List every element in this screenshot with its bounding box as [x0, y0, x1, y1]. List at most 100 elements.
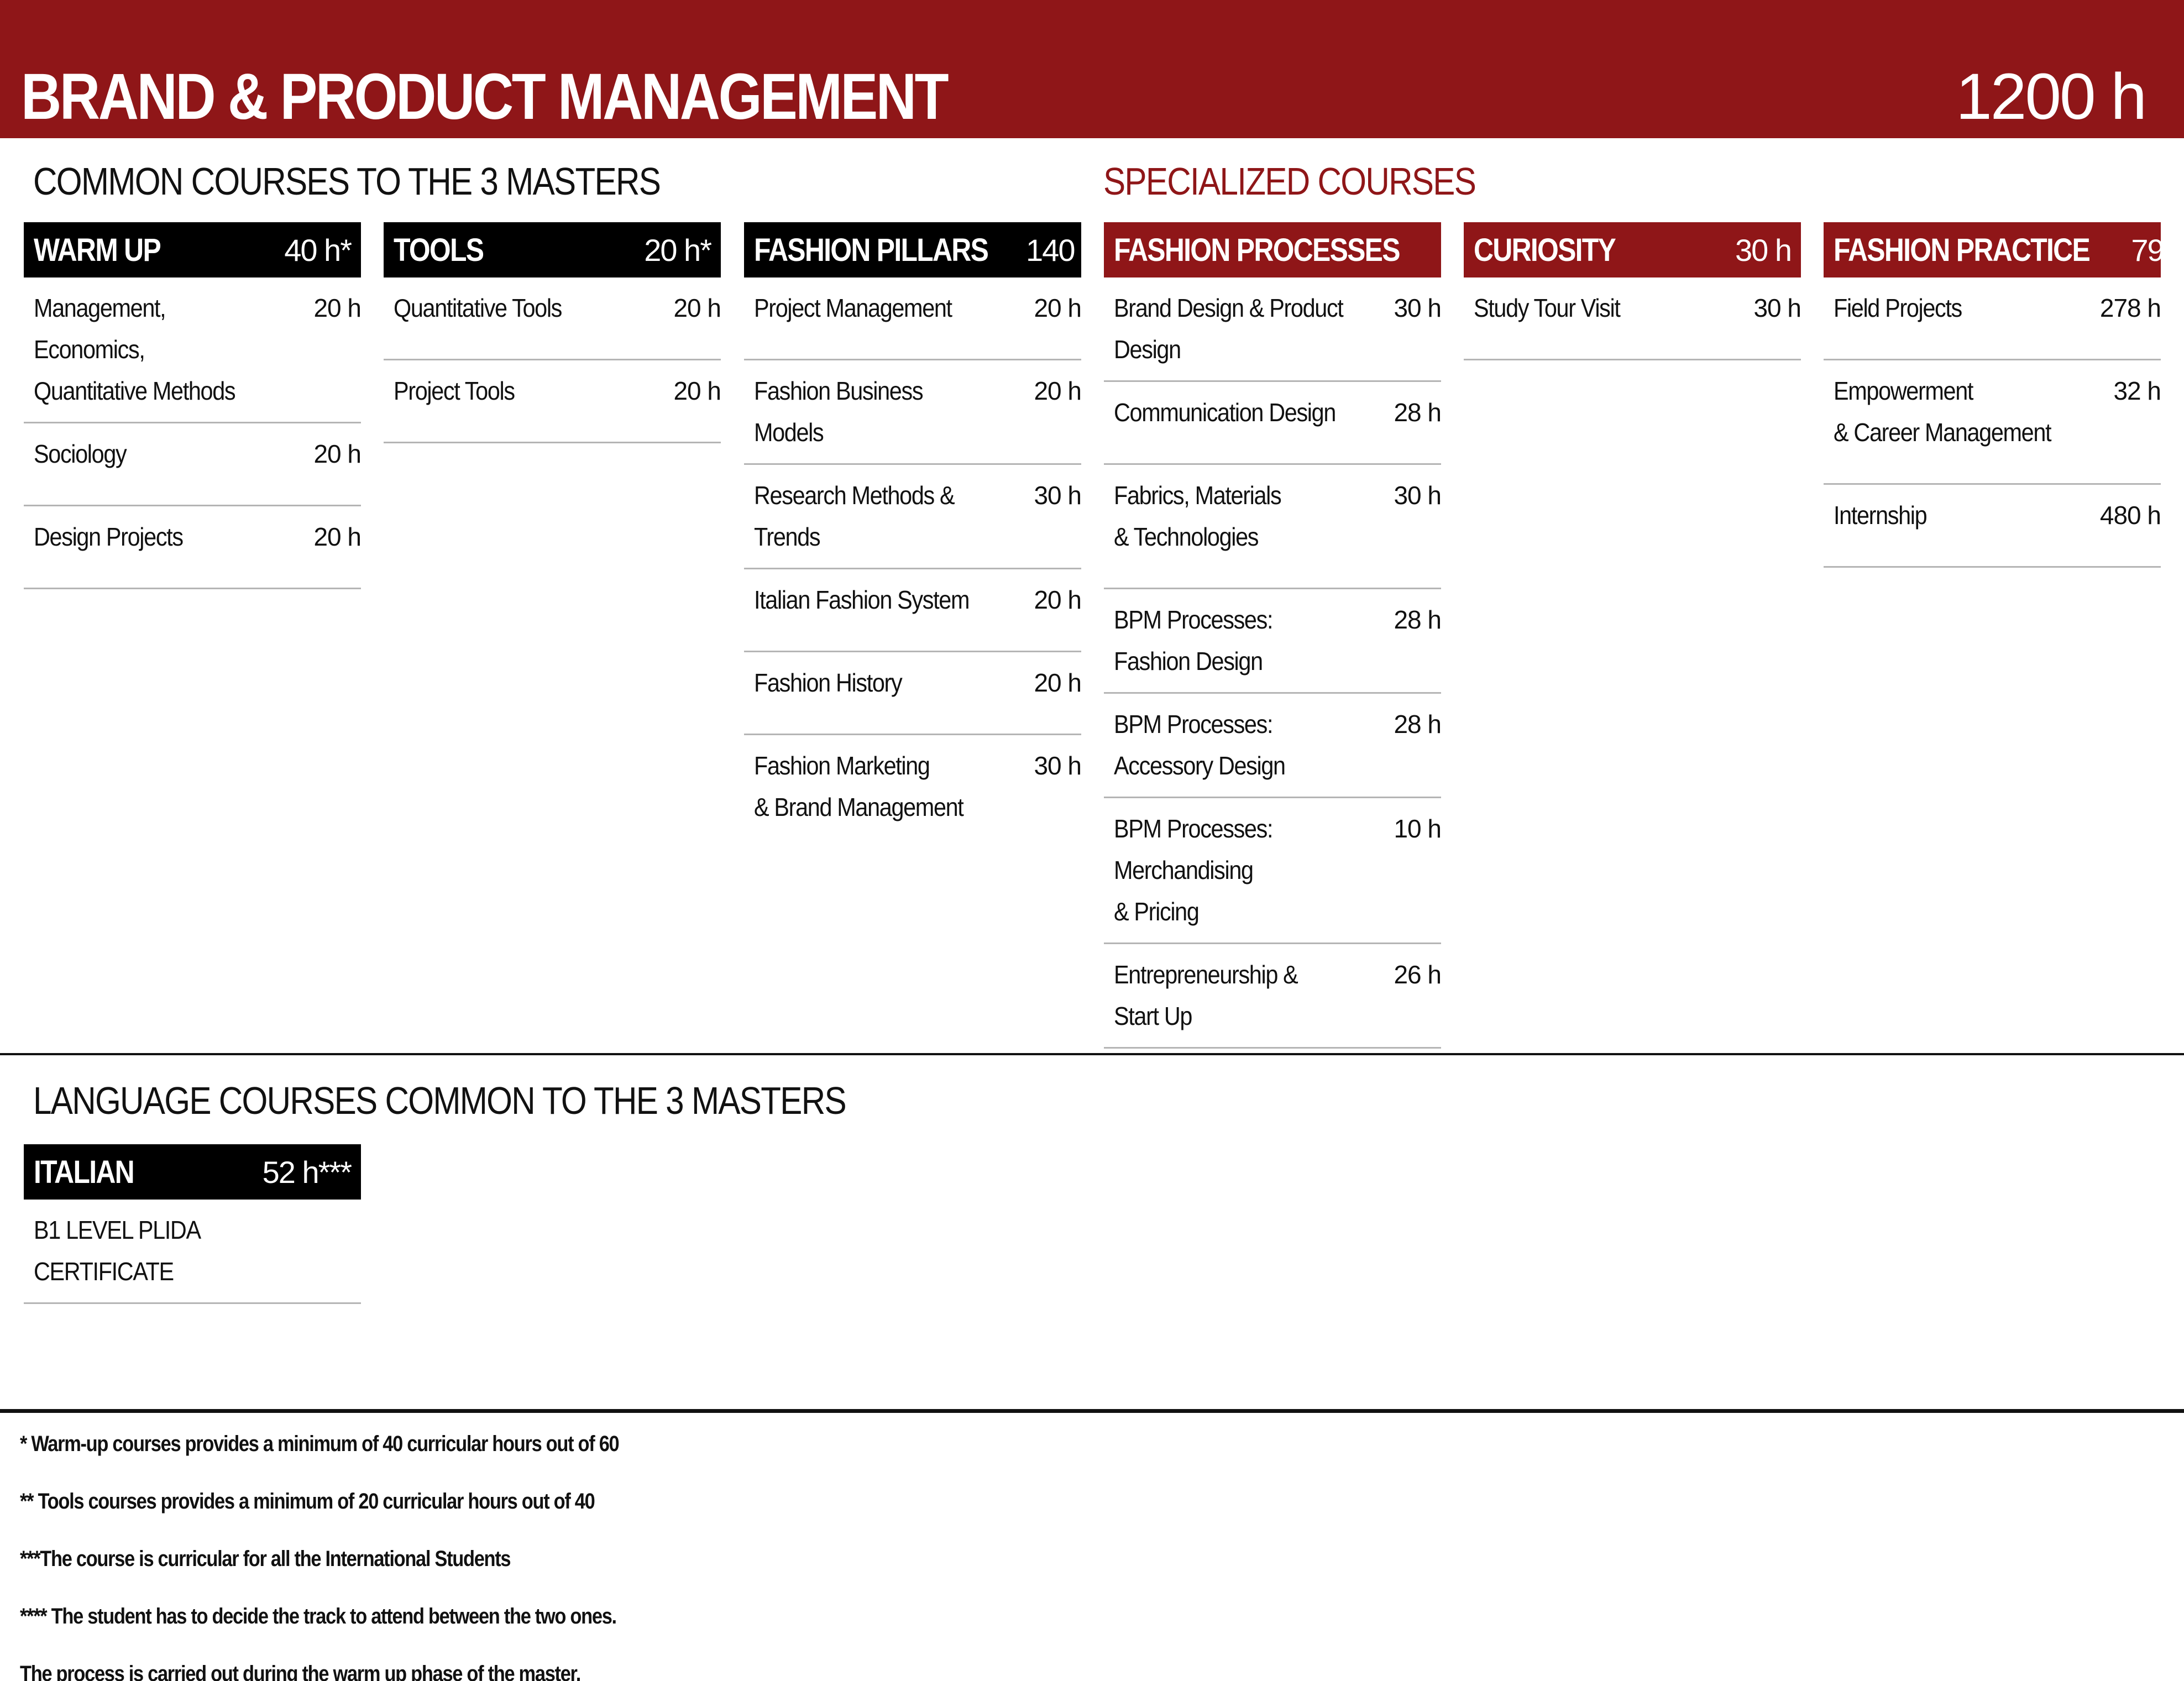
- column-hours: 140 h: [1026, 232, 1099, 268]
- footnote: ***The course is curricular for all the …: [20, 1547, 511, 1571]
- course-hours: 30 h: [1034, 751, 1082, 780]
- total-hours: 1200 h: [1956, 60, 2147, 133]
- course-row: Entrepreneurship & Start Up 26 h: [1104, 944, 1442, 1049]
- column-italian: ITALIAN 52 h*** B1 LEVEL PLIDA CERTIFICA…: [24, 1144, 361, 1304]
- common-courses-title: COMMON COURSES TO THE 3 MASTERS: [33, 160, 661, 203]
- footnote: **** The student has to decide the track…: [20, 1604, 617, 1628]
- course-row: Research Methods & Trends 30 h: [744, 465, 1082, 569]
- course-row: Field Projects 278 h: [1824, 277, 2161, 360]
- course-hours: 20 h: [1034, 668, 1082, 697]
- column-header: WARM UP 40 h*: [24, 222, 361, 277]
- column-name: FASHION PROCESSES: [1114, 232, 1401, 268]
- course-name: Fashion Business Models: [754, 376, 924, 447]
- course-row: Sociology 20 h: [24, 423, 362, 506]
- course-name: BPM Processes: Fashion Design: [1114, 605, 1273, 675]
- column-hours: 30 h: [1735, 232, 1792, 268]
- course-hours: 30 h: [1394, 294, 1442, 322]
- course-row: Italian Fashion System 20 h: [744, 569, 1082, 652]
- course-hours: 480 h: [2099, 501, 2161, 530]
- course-hours: 20 h: [313, 294, 362, 322]
- footnote: The process is carried out during the wa…: [20, 1662, 581, 1681]
- course-name: Communication Design: [1114, 398, 1336, 427]
- course-hours: 30 h: [1753, 294, 1801, 322]
- column-tools: TOOLS 20 h* Quantitative Tools 20 h Proj…: [384, 222, 721, 443]
- course-hours: 30 h: [1034, 481, 1082, 510]
- course-name: Empowerment & Career Management: [1834, 376, 2052, 447]
- course-name: Project Tools: [394, 376, 515, 405]
- column-fashion-processes: FASHION PROCESSES 180 h Brand Design & P…: [1104, 222, 1519, 1049]
- course-name: BPM Processes: Accessory Design: [1114, 710, 1286, 780]
- course-row: Fashion Business Models 20 h: [744, 360, 1082, 465]
- column-hours: 52 h***: [262, 1154, 352, 1190]
- course-row: BPM Processes: Merchandising & Pricing 1…: [1104, 798, 1442, 944]
- course-hours: 278 h: [2099, 294, 2161, 322]
- course-row: Fabrics, Materials & Technologies 30 h: [1104, 465, 1442, 589]
- course-hours: 20 h: [1034, 376, 1082, 405]
- course-row: BPM Processes: Fashion Design 28 h: [1104, 589, 1442, 694]
- course-name: Fashion Marketing & Brand Management: [754, 751, 964, 821]
- course-hours: 20 h: [313, 439, 362, 468]
- column-name: FASHION PRACTICE: [1834, 232, 2091, 268]
- column-name: TOOLS: [394, 232, 484, 268]
- course-row: Study Tour Visit 30 h: [1464, 277, 1801, 360]
- course-row: B1 LEVEL PLIDA CERTIFICATE: [24, 1200, 361, 1304]
- course-row: Communication Design 28 h: [1104, 382, 1442, 465]
- course-row: Project Tools 20 h: [384, 360, 721, 443]
- course-hours: 26 h: [1394, 960, 1442, 989]
- course-hours: 32 h: [2113, 376, 2161, 405]
- course-name: Sociology: [34, 439, 127, 468]
- column-hours: 20 h*: [644, 232, 712, 268]
- column-hours: 40 h*: [284, 232, 352, 268]
- course-name: Fabrics, Materials & Technologies: [1114, 481, 1282, 551]
- column-name: ITALIAN: [34, 1154, 135, 1190]
- column-name: CURIOSITY: [1474, 232, 1616, 268]
- course-row: Brand Design & Product Design 30 h: [1104, 277, 1442, 382]
- column-header: FASHION PILLARS 140 h: [744, 222, 1099, 277]
- course-name: Internship: [1834, 501, 1928, 530]
- course-name: Research Methods & Trends: [754, 481, 955, 551]
- footnote: * Warm-up courses provides a minimum of …: [20, 1432, 620, 1456]
- course-row: Empowerment & Career Management 32 h: [1824, 360, 2161, 485]
- course-hours: 28 h: [1394, 605, 1442, 634]
- footnotes: * Warm-up courses provides a minimum of …: [20, 1415, 1125, 1681]
- column-header: FASHION PROCESSES 180 h: [1104, 222, 1519, 277]
- language-courses-title: LANGUAGE COURSES COMMON TO THE 3 MASTERS: [33, 1079, 847, 1122]
- course-hours: 20 h: [1034, 585, 1082, 614]
- course-hours: 10 h: [1394, 814, 1442, 843]
- column-fashion-practice: FASHION PRACTICE 790 h Field Projects 27…: [1824, 222, 2184, 568]
- course-name: Italian Fashion System: [754, 585, 970, 614]
- course-name: B1 LEVEL PLIDA CERTIFICATE: [34, 1216, 200, 1286]
- course-hours: 28 h: [1394, 710, 1442, 739]
- column-header: TOOLS 20 h*: [384, 222, 721, 277]
- column-name: WARM UP: [34, 232, 161, 268]
- course-name: Project Management: [754, 294, 952, 322]
- course-hours: 30 h: [1394, 481, 1442, 510]
- page-title: BRAND & PRODUCT MANAGEMENT: [21, 60, 949, 133]
- course-hours: 20 h: [673, 294, 721, 322]
- course-hours: 20 h: [673, 376, 721, 405]
- course-hours: 28 h: [1394, 398, 1442, 427]
- column-curiosity: CURIOSITY 30 h Study Tour Visit 30 h: [1464, 222, 1801, 360]
- course-name: Field Projects: [1834, 294, 1962, 322]
- course-name: Brand Design & Product Design: [1114, 294, 1344, 364]
- column-header: CURIOSITY 30 h: [1464, 222, 1801, 277]
- column-header: ITALIAN 52 h***: [24, 1144, 361, 1200]
- course-name: Study Tour Visit: [1474, 294, 1621, 322]
- course-hours: 20 h: [1034, 294, 1082, 322]
- course-row: Fashion History 20 h: [744, 652, 1082, 735]
- course-name: Quantitative Tools: [394, 294, 562, 322]
- column-name: FASHION PILLARS: [754, 232, 989, 268]
- course-name: Entrepreneurship & Start Up: [1114, 960, 1298, 1030]
- course-name: BPM Processes: Merchandising & Pricing: [1114, 814, 1273, 926]
- course-hours: 20 h: [313, 522, 362, 551]
- footnote: ** Tools courses provides a minimum of 2…: [20, 1489, 595, 1514]
- footer-divider: [0, 1409, 2184, 1413]
- course-row: Internship 480 h: [1824, 485, 2161, 568]
- course-row: BPM Processes: Accessory Design 28 h: [1104, 694, 1442, 798]
- course-row: Quantitative Tools 20 h: [384, 277, 721, 360]
- column-warm-up: WARM UP 40 h* Management, Economics, Qua…: [24, 222, 362, 589]
- course-row: Fashion Marketing & Brand Management 30 …: [744, 735, 1082, 860]
- course-name: Design Projects: [34, 522, 184, 551]
- specialized-courses-title: SPECIALIZED COURSES: [1103, 160, 1476, 203]
- course-row: Project Management 20 h: [744, 277, 1082, 360]
